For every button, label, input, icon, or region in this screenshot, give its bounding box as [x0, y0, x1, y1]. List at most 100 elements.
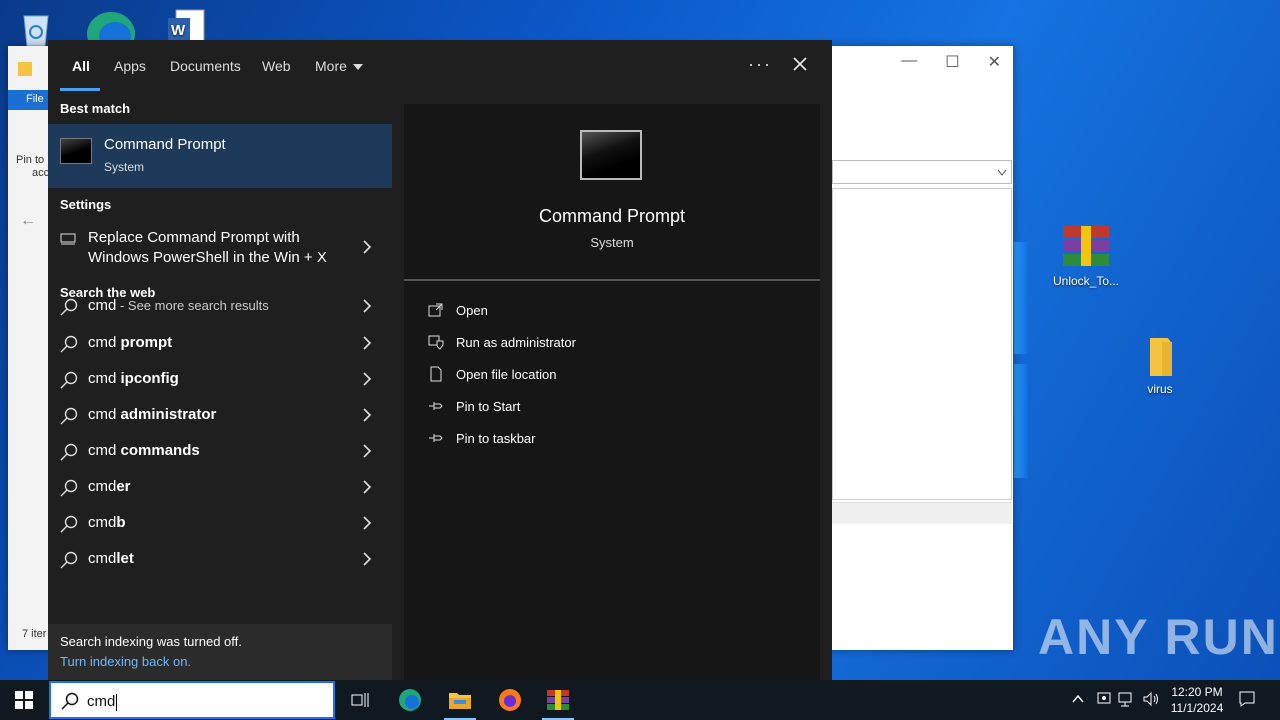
- web-result-item[interactable]: cmd commands: [48, 433, 392, 469]
- security-tray-icon[interactable]: [1096, 691, 1112, 712]
- web-result-query: cmd: [88, 370, 121, 387]
- web-result-query: cmd: [88, 334, 121, 351]
- show-hidden-icons-chevron-icon[interactable]: [1071, 692, 1085, 711]
- chevron-right-icon: [362, 336, 372, 350]
- indexing-notice: Search indexing was turned off. Turn ind…: [48, 624, 392, 680]
- web-result-suffix: - See more search results: [116, 298, 269, 313]
- chevron-right-icon: [362, 408, 372, 422]
- caret-down-icon: [352, 64, 363, 71]
- active-tab-indicator: [60, 88, 100, 91]
- best-match-heading: Best match: [60, 101, 131, 116]
- web-result-query: cmd: [88, 442, 121, 459]
- wallpaper-beam: [1014, 242, 1028, 354]
- ribbon-tab-file[interactable]: File: [8, 90, 48, 110]
- web-result-item[interactable]: cmdlet: [48, 541, 392, 577]
- taskbar-file-explorer[interactable]: [436, 680, 484, 720]
- virus-folder-icon[interactable]: virus: [1124, 334, 1196, 396]
- detail-subtitle: System: [590, 235, 634, 250]
- chevron-right-icon: [362, 552, 372, 566]
- indexing-notice-text: Search indexing was turned off.: [60, 634, 242, 649]
- tab-documents[interactable]: Documents: [170, 58, 241, 74]
- action-pin-to-taskbar[interactable]: Pin to taskbar: [404, 424, 820, 454]
- web-result-item[interactable]: cmdb: [48, 505, 392, 541]
- network-icon[interactable]: [1118, 691, 1136, 712]
- search-icon: [60, 371, 78, 389]
- turn-indexing-on-link[interactable]: Turn indexing back on.: [60, 654, 191, 669]
- back-arrow-icon[interactable]: ←: [20, 212, 36, 230]
- content-pane[interactable]: [832, 188, 1012, 500]
- search-icon: [60, 407, 78, 425]
- best-match-title: Command Prompt: [104, 136, 226, 153]
- command-prompt-large-icon: [580, 130, 642, 180]
- web-result-bold: ipconfig: [120, 370, 179, 387]
- tab-more[interactable]: More: [315, 58, 363, 74]
- close-icon[interactable]: ✕: [988, 52, 1001, 72]
- web-result-item[interactable]: cmd - See more search results: [48, 288, 392, 324]
- web-result-query: cmd: [88, 478, 117, 495]
- minimize-icon[interactable]: —: [901, 52, 917, 72]
- action-pin-to-taskbar-label: Pin to taskbar: [456, 431, 536, 446]
- detail-divider: [404, 279, 820, 281]
- web-result-item[interactable]: cmder: [48, 469, 392, 505]
- close-icon[interactable]: [790, 54, 810, 74]
- web-result-bold: administrator: [120, 406, 217, 423]
- web-result-label: cmd administrator: [88, 406, 216, 423]
- notification-center-icon[interactable]: [1238, 690, 1256, 713]
- web-result-item[interactable]: cmd administrator: [48, 397, 392, 433]
- tab-apps[interactable]: Apps: [114, 58, 146, 74]
- web-result-item[interactable]: cmd ipconfig: [48, 361, 392, 397]
- best-match-item[interactable]: Command Prompt System: [48, 124, 392, 188]
- chevron-right-icon: [362, 516, 372, 530]
- action-pin-to-start-label: Pin to Start: [456, 399, 521, 414]
- action-open[interactable]: Open: [404, 296, 820, 326]
- winrar-archive-icon[interactable]: Unlock_To...: [1050, 224, 1122, 288]
- search-icon: [60, 479, 78, 497]
- folder-icon: [18, 62, 32, 76]
- watermark: ANY RUN: [1038, 609, 1279, 665]
- web-result-label: cmd - See more search results: [88, 297, 269, 314]
- text-caret: [116, 693, 118, 711]
- settings-heading: Settings: [60, 197, 112, 212]
- pin-icon: [428, 398, 444, 414]
- web-result-label: cmder: [88, 478, 131, 495]
- wallpaper-beam: [1014, 364, 1028, 478]
- folder-icon: [1140, 334, 1180, 378]
- taskbar-firefox[interactable]: [486, 680, 534, 720]
- tab-web[interactable]: Web: [262, 58, 291, 74]
- taskbar-winrar[interactable]: [534, 680, 582, 720]
- taskbar-search-input[interactable]: cmd: [49, 681, 335, 719]
- desktop-icon-label: virus: [1147, 382, 1173, 396]
- maximize-icon[interactable]: ☐: [945, 52, 959, 72]
- action-run-as-admin[interactable]: Run as administrator: [404, 328, 820, 358]
- clock-date: 11/1/2024: [1170, 701, 1224, 715]
- search-query-text: cmd: [87, 693, 116, 710]
- pin-icon: [428, 430, 444, 446]
- tab-more-label: More: [315, 58, 347, 74]
- volume-icon[interactable]: [1142, 691, 1160, 712]
- settings-item-replace-cmd[interactable]: Replace Command Prompt with Windows Powe…: [48, 222, 392, 274]
- settings-item-label: Replace Command Prompt with Windows Powe…: [88, 229, 327, 266]
- svg-text:W: W: [171, 22, 186, 39]
- search-icon: [60, 335, 78, 353]
- task-view-icon: [351, 693, 369, 707]
- action-pin-to-start[interactable]: Pin to Start: [404, 392, 820, 422]
- web-result-label: cmd ipconfig: [88, 370, 179, 387]
- clock[interactable]: 12:20 PM 11/1/2024: [1164, 684, 1230, 716]
- web-result-label: cmd prompt: [88, 334, 172, 351]
- winrar-icon: [1061, 224, 1111, 270]
- action-open-file-location[interactable]: Open file location: [404, 360, 820, 390]
- web-result-query: cmd: [88, 406, 121, 423]
- task-view-button[interactable]: [336, 680, 384, 720]
- address-bar[interactable]: [832, 160, 1012, 184]
- explorer-left-strip: [8, 46, 48, 650]
- taskbar-edge[interactable]: [386, 680, 434, 720]
- item-count-status: 7 iter: [22, 628, 47, 640]
- start-button[interactable]: [0, 680, 48, 720]
- command-prompt-icon: [60, 138, 92, 164]
- web-result-bold: prompt: [120, 334, 173, 351]
- web-result-bold: er: [116, 478, 131, 495]
- web-result-item[interactable]: cmd prompt: [48, 325, 392, 361]
- ellipsis-icon[interactable]: ···: [748, 54, 772, 75]
- tab-all[interactable]: All: [72, 58, 90, 74]
- web-result-label: cmdb: [88, 514, 126, 531]
